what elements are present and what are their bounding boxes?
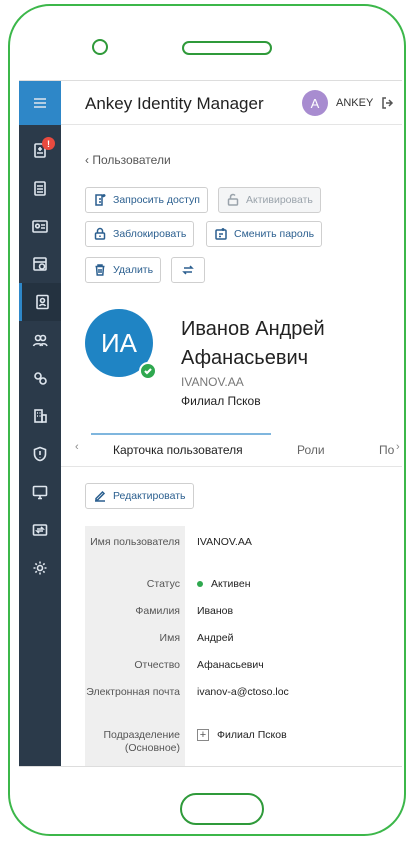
detail-value: + Филиал Псков [197,729,287,742]
home-button[interactable] [180,793,264,825]
sidebar-item-cards[interactable] [19,207,61,245]
sidebar-item-systems[interactable] [19,473,61,511]
breadcrumb-back-link[interactable]: ‹ Пользователи [85,153,171,167]
profile-branch: Филиал Псков [181,394,261,408]
tabs-scroll-left-icon[interactable]: ‹ [75,441,79,453]
check-icon [144,368,152,375]
sidebar-item-tasks[interactable] [19,169,61,207]
sidebar: ! [19,81,61,766]
sync-icon [32,524,48,536]
profile-full-name: Иванов Андрей Афанасьевич [181,318,325,369]
edit-button[interactable]: Редактировать [85,483,194,509]
gears-icon [34,372,47,385]
avatar[interactable]: A [302,90,328,116]
refresh-button[interactable] [171,257,205,283]
detail-label: Фамилия [135,605,180,617]
block-label: Заблокировать [113,228,187,240]
gear-icon [33,561,47,575]
block-button[interactable]: Заблокировать [85,221,195,247]
sidebar-item-sync[interactable] [19,511,61,549]
users-icon [32,334,48,347]
sidebar-item-users[interactable] [19,283,61,321]
lock-icon [94,227,106,240]
pencil-icon [95,490,106,502]
detail-label: Имя [159,632,180,644]
swap-arrows-icon [182,265,194,275]
request-access-label: Запросить доступ [113,194,200,206]
edit-label: Редактировать [113,490,186,502]
sidebar-item-groups[interactable] [19,321,61,359]
active-tab-indicator [91,433,271,435]
id-card-icon [32,220,48,233]
tab-roles[interactable]: Роли [297,443,325,457]
detail-label: Статус [146,578,180,590]
delete-label: Удалить [113,264,154,276]
current-user-name[interactable]: ANKEY [336,97,373,109]
camera-icon [92,39,108,55]
sidebar-item-settings[interactable] [19,549,61,587]
tab-user-card[interactable]: Карточка пользователя [113,443,243,457]
change-password-label: Сменить пароль [234,228,315,240]
status-dot-icon [197,581,203,588]
trash-icon [95,264,105,276]
shield-icon [33,446,47,462]
activate-label: Активировать [246,194,313,206]
logout-icon[interactable] [381,96,395,110]
detail-value: Иванов [197,605,234,617]
request-access-button[interactable]: Запросить доступ [85,187,208,213]
detail-value: Афанасьевич [197,659,264,671]
app-header: Ankey Identity Manager A ANKEY [61,81,402,125]
calendar-clock-icon [33,257,47,271]
sidebar-item-history[interactable] [19,245,61,283]
profile-login: IVANOV.AA [181,375,244,389]
sidebar-item-security[interactable] [19,435,61,473]
user-book-icon [35,294,49,310]
status-badge: Активен [211,578,251,590]
unlock-icon [227,193,239,206]
app-title: Ankey Identity Manager [85,94,264,113]
change-password-button[interactable]: Сменить пароль [206,221,323,247]
monitor-icon [32,485,48,500]
detail-value: Андрей [197,632,234,644]
department-link[interactable]: Филиал Псков [217,729,287,741]
building-icon [34,409,47,423]
delete-button[interactable]: Удалить [85,257,162,283]
activate-button[interactable]: Активировать [218,187,321,213]
verified-badge [139,362,157,380]
main-content: Ankey Identity Manager A ANKEY ‹ Пользов… [61,81,402,766]
detail-value: ivanov-a@ctoso.loc [197,686,289,698]
expand-plus-icon[interactable]: + [197,729,209,742]
user-details-table: Имя пользователя IVANOV.AA Статус Активе… [85,526,402,766]
tab-more[interactable]: По [379,443,394,457]
tabs-scroll-right-icon[interactable]: › [396,441,400,453]
sidebar-item-organization[interactable] [19,397,61,435]
document-add-icon [95,194,106,206]
detail-label: Подразделение (Основное) [103,729,180,754]
profile-tabs: ‹ Карточка пользователя Роли По › [61,433,402,467]
alert-badge: ! [42,137,55,150]
detail-label: Имя пользователя [90,536,180,548]
checklist-icon [34,181,46,196]
speaker-icon [182,41,272,55]
hamburger-icon [34,98,46,108]
detail-value: IVANOV.AA [197,536,252,548]
app-screen: ! Ankey Identity Manager A ANKEY ‹ Польз… [19,80,402,767]
sidebar-item-roles[interactable] [19,359,61,397]
detail-value: Активен [197,578,251,591]
detail-label: Электронная почта [86,686,180,698]
sidebar-item-requests[interactable]: ! [19,131,61,169]
detail-label: Отчество [134,659,180,671]
key-document-icon [215,228,227,240]
menu-toggle-button[interactable] [19,81,61,125]
